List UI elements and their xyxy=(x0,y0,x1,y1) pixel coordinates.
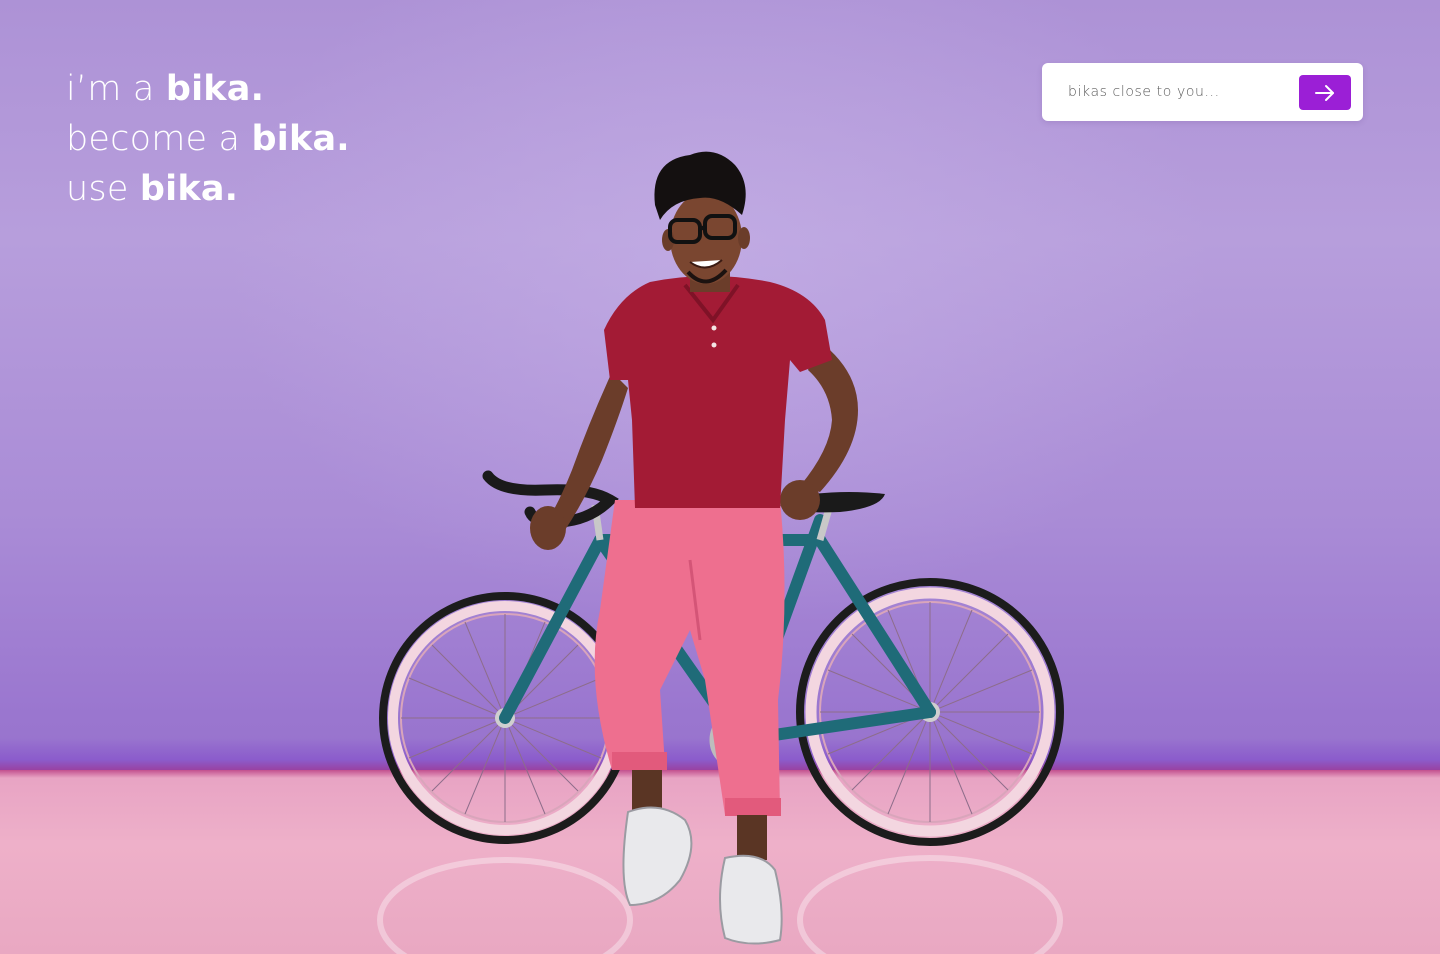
tagline-prefix: use xyxy=(66,169,140,209)
brand-name: bika. xyxy=(251,119,350,159)
right-shoe xyxy=(719,854,783,945)
tagline-line-3: use bika. xyxy=(66,164,350,214)
search-box xyxy=(1042,63,1363,121)
left-shoe xyxy=(622,806,693,907)
arrow-right-icon xyxy=(1315,84,1334,101)
brand-name: bika. xyxy=(165,69,265,109)
brand-name: bika. xyxy=(139,169,239,209)
tagline-line-1: i’m a bika. xyxy=(66,64,350,114)
hero-tagline: i’m a bika. become a bika. use bika. xyxy=(66,64,350,214)
search-input[interactable] xyxy=(1068,81,1298,103)
wheel-reflection-right xyxy=(797,855,1063,954)
tagline-line-2: become a bika. xyxy=(66,114,350,164)
search-submit-button[interactable] xyxy=(1299,75,1351,110)
tagline-prefix: i’m a xyxy=(66,69,166,109)
tagline-prefix: become a xyxy=(66,119,252,159)
wheel-reflection-left xyxy=(377,857,633,954)
